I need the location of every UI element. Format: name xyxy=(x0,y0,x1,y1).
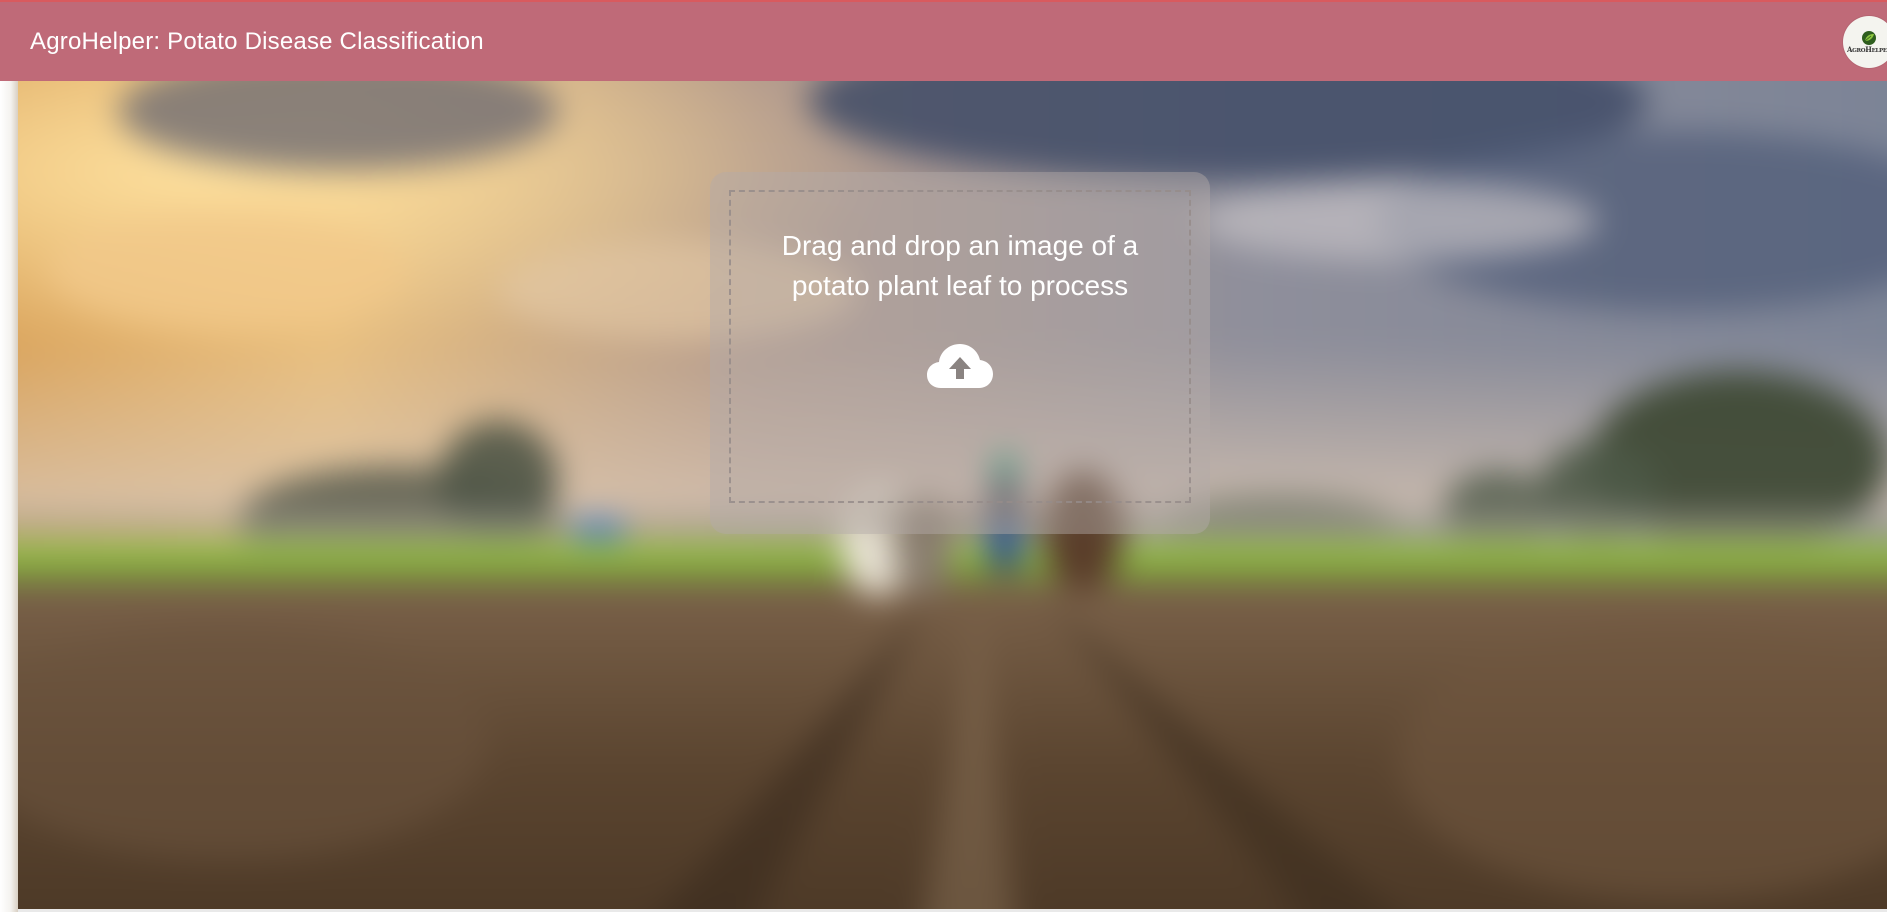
page-left-edge xyxy=(0,81,18,912)
page-title: AgroHelper: Potato Disease Classificatio… xyxy=(30,27,484,55)
agrohelper-logo[interactable]: AGROHELPER xyxy=(1843,16,1887,68)
upload-panel: Drag and drop an image of a potato plant… xyxy=(710,172,1210,534)
app-header: AgroHelper: Potato Disease Classificatio… xyxy=(0,0,1887,81)
cloud-upload-icon[interactable] xyxy=(927,344,993,390)
logo-text: AGROHELPER xyxy=(1846,45,1887,54)
image-dropzone[interactable]: Drag and drop an image of a potato plant… xyxy=(729,190,1191,503)
leaf-logo-icon xyxy=(1862,31,1876,45)
dropzone-prompt: Drag and drop an image of a potato plant… xyxy=(781,230,1139,301)
